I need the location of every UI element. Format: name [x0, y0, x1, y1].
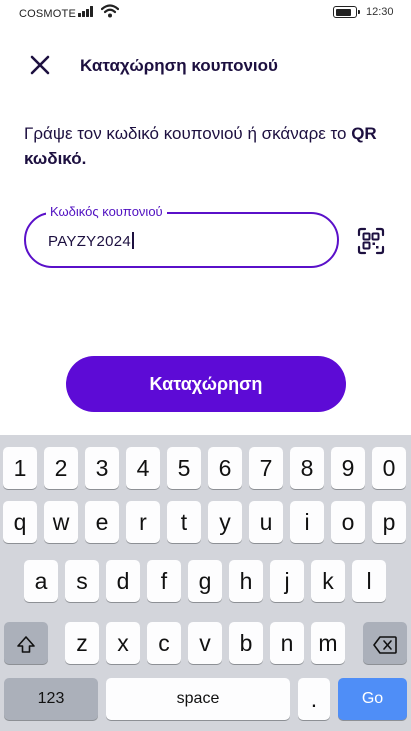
key-t[interactable]: t — [167, 501, 201, 543]
space-key[interactable]: space — [106, 678, 290, 720]
go-key[interactable]: Go — [338, 678, 407, 720]
key-8[interactable]: 8 — [290, 447, 324, 489]
key-2[interactable]: 2 — [44, 447, 78, 489]
key-d[interactable]: d — [106, 560, 140, 602]
key-7[interactable]: 7 — [249, 447, 283, 489]
qr-scan-button[interactable] — [356, 226, 386, 256]
keyboard: 1234567890 qwertyuiop asdfghjkl zxcvbnm … — [0, 435, 411, 731]
key-0[interactable]: 0 — [372, 447, 406, 489]
coupon-code-label: Κωδικός κουπονιού — [46, 204, 167, 220]
status-bar: COSMOTE 12:30 — [0, 0, 411, 26]
key-o[interactable]: o — [331, 501, 365, 543]
key-3[interactable]: 3 — [85, 447, 119, 489]
key-a[interactable]: a — [24, 560, 58, 602]
key-l[interactable]: l — [352, 560, 386, 602]
carrier-name: COSMOTE — [19, 8, 77, 20]
period-key[interactable]: . — [298, 678, 330, 720]
key-m[interactable]: m — [311, 622, 345, 664]
key-5[interactable]: 5 — [167, 447, 201, 489]
key-4[interactable]: 4 — [126, 447, 160, 489]
key-h[interactable]: h — [229, 560, 263, 602]
qr-scan-icon — [357, 227, 385, 255]
key-x[interactable]: x — [106, 622, 140, 664]
key-z[interactable]: z — [65, 622, 99, 664]
backspace-key[interactable] — [363, 622, 407, 664]
coupon-code-value[interactable]: PAYZY2024 — [48, 232, 134, 250]
key-b[interactable]: b — [229, 622, 263, 664]
key-r[interactable]: r — [126, 501, 160, 543]
numbers-key[interactable]: 123 — [4, 678, 98, 720]
key-y[interactable]: y — [208, 501, 242, 543]
battery-level — [335, 8, 351, 16]
key-6[interactable]: 6 — [208, 447, 242, 489]
header: Καταχώρηση κουπονιού — [0, 40, 411, 90]
submit-button[interactable]: Καταχώρηση — [66, 356, 346, 412]
signal-icon — [78, 6, 96, 17]
wifi-icon — [101, 4, 119, 18]
backspace-icon — [373, 636, 397, 654]
close-icon — [30, 55, 50, 75]
battery-icon — [333, 6, 360, 18]
shift-icon — [17, 636, 35, 653]
key-v[interactable]: v — [188, 622, 222, 664]
key-e[interactable]: e — [85, 501, 119, 543]
key-g[interactable]: g — [188, 560, 222, 602]
page-title: Καταχώρηση κουπονιού — [80, 56, 278, 75]
instruction-text: Γράψε τον κωδικό κουπονιού ή σκάναρε το … — [24, 121, 384, 171]
key-1[interactable]: 1 — [3, 447, 37, 489]
key-f[interactable]: f — [147, 560, 181, 602]
key-j[interactable]: j — [270, 560, 304, 602]
key-q[interactable]: q — [3, 501, 37, 543]
instruction-main: Γράψε τον κωδικό κουπονιού ή σκάναρε το — [24, 124, 352, 143]
key-p[interactable]: p — [372, 501, 406, 543]
shift-key[interactable] — [4, 622, 48, 664]
key-w[interactable]: w — [44, 501, 78, 543]
key-k[interactable]: k — [311, 560, 345, 602]
key-9[interactable]: 9 — [331, 447, 365, 489]
coupon-code-input[interactable]: Κωδικός κουπονιού PAYZY2024 — [24, 204, 339, 268]
key-u[interactable]: u — [249, 501, 283, 543]
text-caret — [132, 232, 134, 249]
clock: 12:30 — [366, 6, 394, 18]
key-n[interactable]: n — [270, 622, 304, 664]
key-i[interactable]: i — [290, 501, 324, 543]
coupon-code-text: PAYZY2024 — [48, 233, 132, 250]
key-s[interactable]: s — [65, 560, 99, 602]
close-button[interactable] — [24, 49, 56, 81]
key-c[interactable]: c — [147, 622, 181, 664]
